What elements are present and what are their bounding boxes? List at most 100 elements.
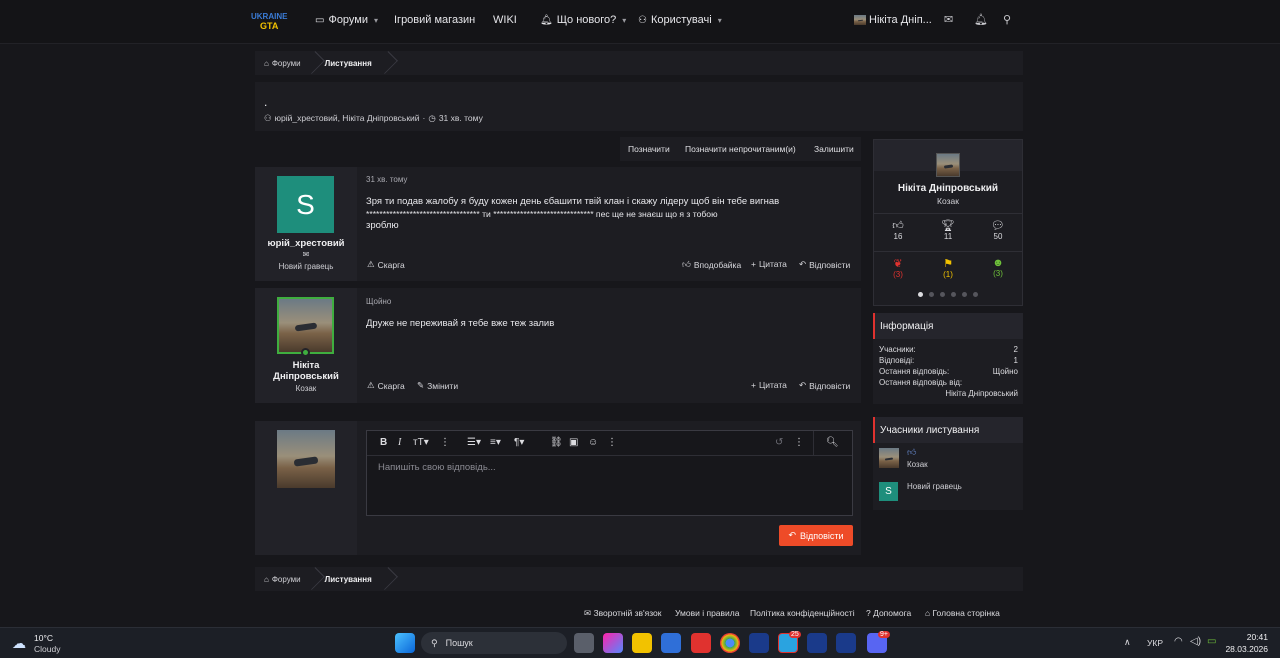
- footer-home-link[interactable]: ⌂ Головна сторінка: [925, 608, 1000, 618]
- reply-button[interactable]: ↶ Відповісти: [799, 380, 850, 391]
- message-time[interactable]: Щойно: [366, 297, 391, 306]
- badge-stat[interactable]: ⚑ (1): [933, 257, 963, 279]
- app-icon[interactable]: [749, 633, 769, 653]
- envelope-icon[interactable]: ✉: [255, 250, 357, 259]
- carousel-dot[interactable]: [929, 292, 934, 297]
- like-button[interactable]: 👍︎ Вподобайка: [682, 259, 741, 270]
- profile-avatar[interactable]: [936, 153, 960, 177]
- reply-input-placeholder[interactable]: Напишіть свою відповідь...: [378, 462, 496, 473]
- clock-time[interactable]: 20:41: [1228, 632, 1268, 642]
- message-author[interactable]: Нікіта Дніпровський: [255, 360, 357, 382]
- footer-contact-link[interactable]: ✉ Зворотній зв'язок: [584, 608, 662, 619]
- battery-icon[interactable]: ▭: [1207, 636, 1216, 647]
- submit-reply-button[interactable]: ↶ Відповісти: [779, 525, 853, 546]
- image-icon[interactable]: ▣: [569, 437, 578, 448]
- badge-stat[interactable]: ☻ (3): [983, 257, 1013, 278]
- messages-stat[interactable]: 💬︎ 50: [983, 219, 1013, 241]
- clock-date[interactable]: 28.03.2026: [1220, 644, 1268, 654]
- more-options-icon[interactable]: ⋮: [607, 437, 617, 448]
- more-options-icon[interactable]: ⋮: [794, 437, 804, 448]
- carousel-dot[interactable]: [973, 292, 978, 297]
- task-view-icon[interactable]: [574, 633, 594, 653]
- profile-name[interactable]: Нікіта Дніпровський: [874, 183, 1022, 194]
- account-menu[interactable]: Нікіта Дніп...: [854, 0, 932, 40]
- weather-temp[interactable]: 10°C: [34, 633, 53, 643]
- nav-wiki[interactable]: WIKI: [493, 0, 517, 40]
- breadcrumb-conversations[interactable]: Листування: [321, 575, 384, 584]
- report-button[interactable]: ⚠ Скарга: [367, 259, 405, 270]
- inbox-icon[interactable]: ✉: [944, 13, 953, 26]
- carousel-dots: [918, 292, 978, 297]
- copilot-icon[interactable]: [603, 633, 623, 653]
- link-icon[interactable]: ⛓: [550, 437, 563, 448]
- search-icon[interactable]: ⚲: [1003, 13, 1011, 26]
- app-icon[interactable]: [836, 633, 856, 653]
- footer-help-link[interactable]: ? Допомога: [866, 608, 911, 618]
- list-icon[interactable]: ☰▾: [467, 437, 481, 448]
- paragraph-icon[interactable]: ¶▾: [514, 437, 524, 448]
- breadcrumb-separator: [384, 51, 394, 75]
- nav-whats-new[interactable]: 🔔︎ Що нового? ▾: [540, 0, 626, 40]
- message-time[interactable]: 31 хв. тому: [366, 175, 407, 184]
- app-l-icon[interactable]: [691, 633, 711, 653]
- nav-users[interactable]: ⚇ Користувачі ▾: [638, 0, 722, 40]
- carousel-dot[interactable]: [951, 292, 956, 297]
- avatar[interactable]: [277, 297, 334, 354]
- report-button[interactable]: ⚠ Скарга: [367, 380, 405, 391]
- keyboard-language[interactable]: УКР: [1147, 638, 1163, 648]
- avatar[interactable]: S: [277, 176, 334, 233]
- breadcrumb-conversations[interactable]: Листування: [321, 59, 384, 68]
- badge-stat[interactable]: ❦ (3): [883, 257, 913, 279]
- info-value: Щойно: [992, 367, 1018, 376]
- top-navigation-bar: UKRAINE GTA ▭ Форуми ▾ Ігровий магазин WIK…: [0, 0, 1280, 44]
- nav-shop[interactable]: Ігровий магазин: [394, 0, 475, 40]
- footer-rules-link[interactable]: Умови і правила: [675, 608, 739, 618]
- carousel-dot[interactable]: [962, 292, 967, 297]
- taskbar-search[interactable]: ⚲ Пошук: [421, 632, 567, 654]
- participant-avatar[interactable]: [879, 448, 899, 468]
- participants-list[interactable]: юрій_хрестовий, Нікіта Дніпровський: [275, 113, 420, 124]
- app-icon[interactable]: [807, 633, 827, 653]
- windows-start-icon[interactable]: [395, 633, 415, 653]
- alerts-bell-icon[interactable]: 🔔︎: [974, 13, 988, 26]
- info-last-by-name[interactable]: Нікіта Дніпровський: [879, 389, 1018, 398]
- volume-icon[interactable]: ◁): [1190, 636, 1201, 647]
- carousel-dot[interactable]: [940, 292, 945, 297]
- notification-badge: 25: [789, 631, 801, 638]
- more-options-icon[interactable]: ⋮: [440, 437, 450, 448]
- align-icon[interactable]: ≡▾: [490, 437, 501, 448]
- info-row-participants: Учасники: 2: [879, 345, 1018, 354]
- participant-avatar[interactable]: S: [879, 482, 898, 501]
- trophy-stat[interactable]: 🏆︎ 11: [933, 219, 963, 241]
- store-icon[interactable]: [661, 633, 681, 653]
- carousel-dot-active[interactable]: [918, 292, 923, 297]
- bold-icon[interactable]: B: [380, 437, 387, 448]
- wifi-icon[interactable]: ◠: [1174, 636, 1183, 647]
- thumbs-up-icon: 👍︎: [682, 259, 691, 269]
- leave-button[interactable]: Залишити: [814, 144, 854, 154]
- smiley-icon[interactable]: ☺: [588, 437, 598, 448]
- message-body: Щойно Друже не переживай я тебе вже теж …: [357, 288, 861, 403]
- user-title: Новий гравець: [278, 262, 334, 271]
- mark-unread-button[interactable]: Позначити непрочитаним(и): [685, 144, 796, 154]
- italic-icon[interactable]: I: [398, 437, 401, 448]
- text-size-icon[interactable]: ᴛT▾: [413, 437, 429, 448]
- edit-button[interactable]: ✎ Змінити: [417, 380, 458, 391]
- avatar[interactable]: [277, 430, 335, 488]
- preview-icon[interactable]: 🔍︎: [826, 437, 839, 448]
- mark-button[interactable]: Позначити: [628, 144, 670, 154]
- footer-privacy-link[interactable]: Політика конфіденційності: [750, 608, 855, 618]
- undo-icon[interactable]: ↺: [775, 437, 783, 448]
- nav-forums[interactable]: ▭ Форуми ▾: [315, 0, 378, 40]
- chevron-up-icon[interactable]: ∧: [1124, 637, 1131, 648]
- quote-button[interactable]: + Цитата: [751, 380, 787, 390]
- file-explorer-icon[interactable]: [632, 633, 652, 653]
- quote-button[interactable]: + Цитата: [751, 259, 787, 269]
- site-logo[interactable]: UKRAINE GTA: [250, 10, 288, 32]
- likes-stat[interactable]: 👍︎ 16: [883, 219, 913, 241]
- breadcrumb-separator: [384, 567, 394, 591]
- message-author[interactable]: юрій_хрестовий: [255, 238, 357, 249]
- reply-button[interactable]: ↶ Відповісти: [799, 259, 850, 270]
- users-icon: ⚇: [638, 14, 647, 26]
- chrome-icon[interactable]: [720, 633, 740, 653]
